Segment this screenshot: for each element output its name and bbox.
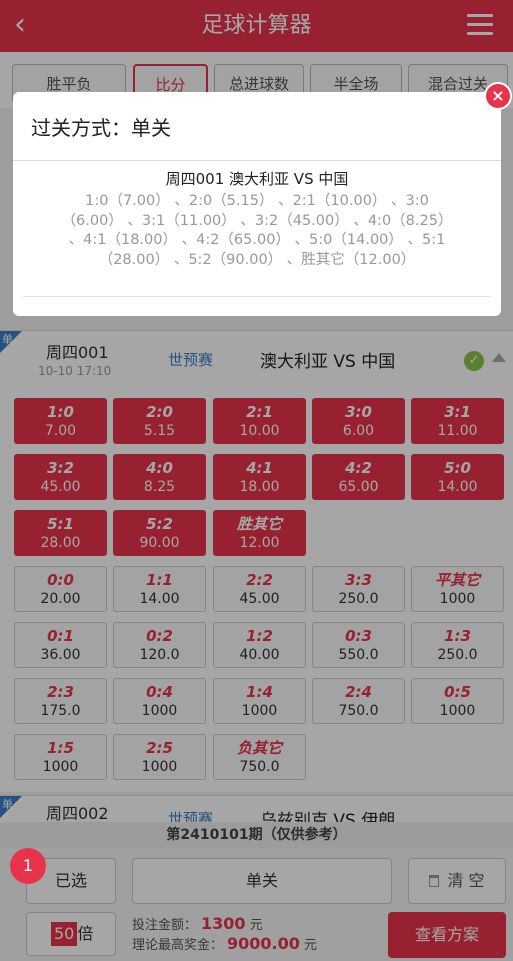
dialog-divider [13,160,501,161]
close-icon[interactable]: × [484,82,512,110]
dialog-match: 周四001 澳大利亚 VS 中国 [165,170,349,188]
pass-mode-dialog: 过关方式：单关 周四001 澳大利亚 VS 中国 1:0（7.00） 、2:0（… [13,92,501,316]
dialog-selections: 1:0（7.00） 、2:0（5.15） 、2:1（10.00） 、3:0（6.… [61,193,453,268]
dialog-title: 过关方式：单关 [31,116,171,140]
selected-count-badge: 1 [10,848,46,884]
dialog-divider-2 [23,296,491,297]
